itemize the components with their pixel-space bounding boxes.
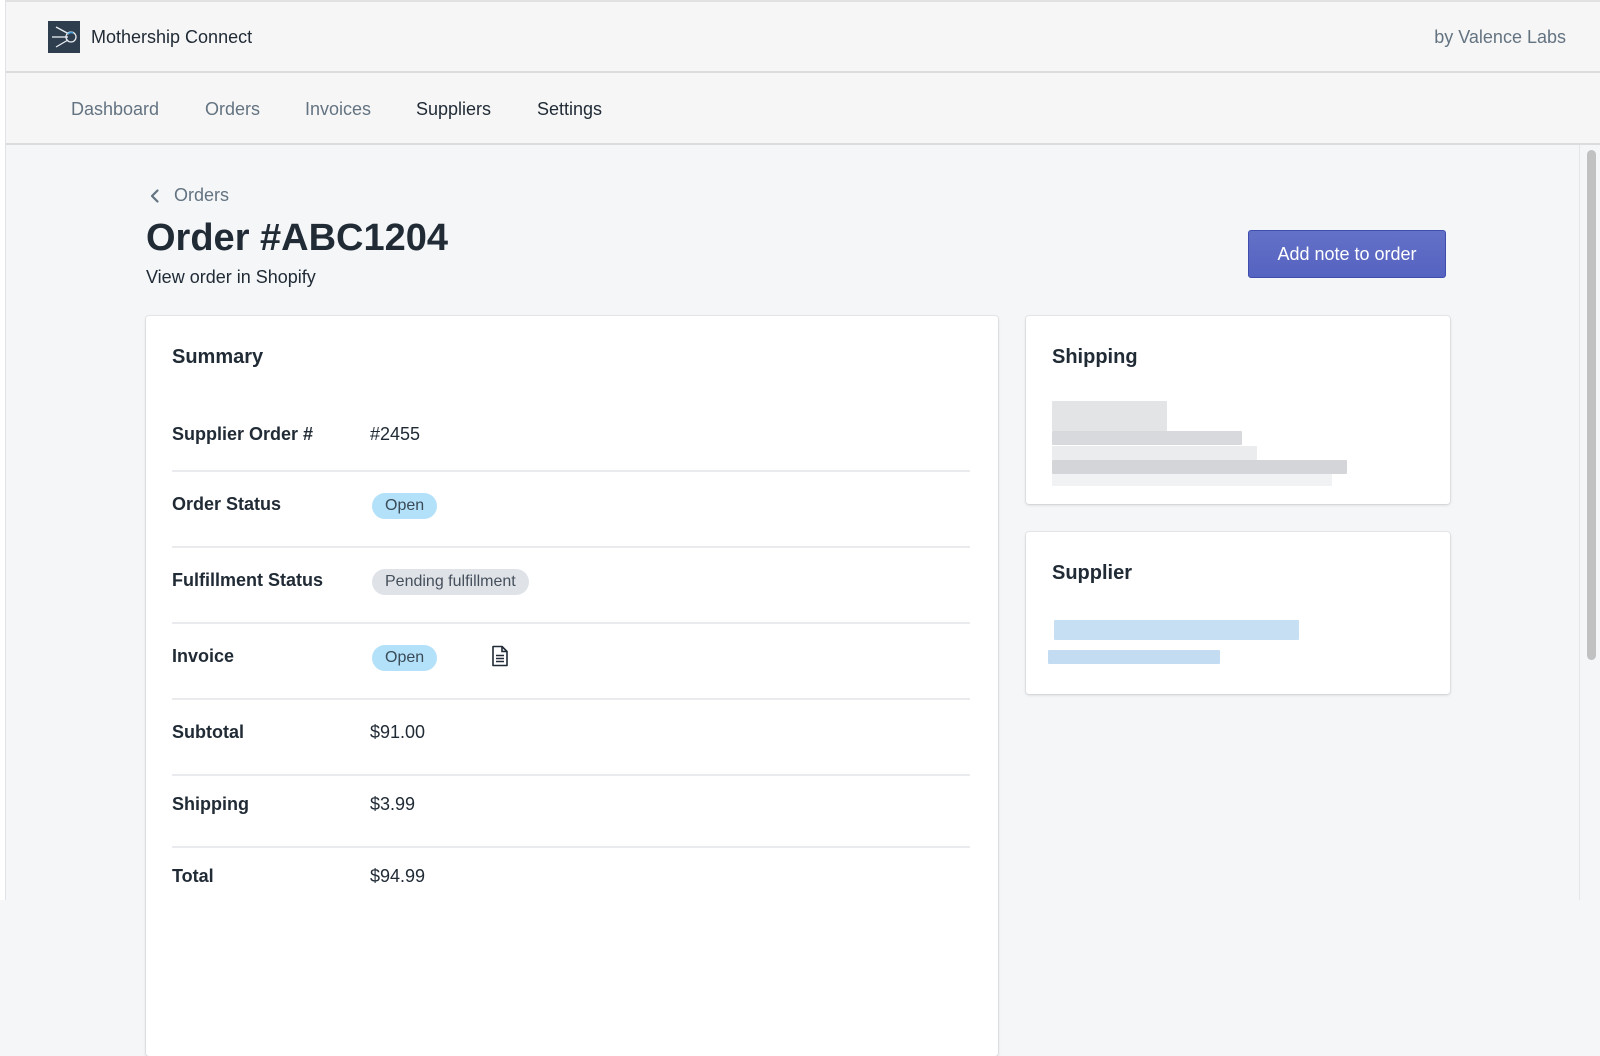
fulfillment-status-badge: Pending fulfillment (372, 569, 529, 595)
satellite-logo-icon (48, 21, 80, 53)
order-status-badge: Open (372, 493, 438, 519)
row-value: $3.99 (370, 794, 416, 814)
breadcrumb-back-orders[interactable]: Orders (146, 185, 229, 206)
scrollbar-thumb[interactable] (1587, 150, 1596, 660)
main-nav: Dashboard Orders Invoices Suppliers Sett… (6, 73, 1600, 145)
summary-row-shipping: Shipping $3.99 (172, 776, 970, 848)
row-label: Supplier Order # (172, 424, 314, 444)
row-label: Fulfillment Status (172, 570, 324, 590)
row-value: $91.00 (370, 722, 426, 742)
main-content: Orders Order #ABC1204 View order in Shop… (6, 145, 1580, 1056)
summary-row-invoice: Invoice Open (172, 624, 970, 700)
row-label: Subtotal (172, 722, 244, 742)
row-value: $94.99 (370, 866, 426, 886)
row-value: #2455 (370, 424, 421, 444)
nav-invoices[interactable]: Invoices (305, 99, 371, 120)
summary-row-total: Total $94.99 (172, 848, 970, 924)
row-label: Invoice (172, 646, 235, 666)
summary-row-fulfillment-status: Fulfillment Status Pending fulfillment (172, 548, 970, 624)
row-label: Order Status (172, 494, 282, 514)
app-title: Mothership Connect (91, 27, 253, 47)
nav-suppliers[interactable]: Suppliers (416, 99, 491, 120)
summary-row-order-status: Order Status Open (172, 472, 970, 548)
top-bar: Mothership Connect by Valence Labs (6, 0, 1600, 73)
supplier-card: Supplier (1026, 532, 1450, 694)
shipping-card: Shipping (1026, 316, 1450, 504)
page-title: Order #ABC1204 (146, 217, 449, 259)
supplier-heading: Supplier (1052, 562, 1133, 584)
shipping-heading: Shipping (1052, 346, 1138, 368)
row-label: Shipping (172, 794, 249, 814)
summary-card: Summary Supplier Order # #2455 Order Sta… (146, 316, 998, 1056)
vendor-byline: by Valence Labs (1434, 27, 1566, 47)
invoice-status-badge: Open (372, 645, 438, 671)
chevron-left-icon (150, 188, 159, 203)
view-in-shopify-link[interactable]: View order in Shopify (146, 267, 316, 288)
summary-row-supplier-order: Supplier Order # #2455 (172, 396, 970, 472)
breadcrumb-label: Orders (174, 185, 230, 205)
nav-settings[interactable]: Settings (537, 99, 602, 120)
document-icon[interactable] (490, 645, 510, 667)
nav-dashboard[interactable]: Dashboard (71, 99, 159, 120)
row-label: Total (172, 866, 214, 886)
summary-heading: Summary (172, 346, 264, 368)
add-note-button[interactable]: Add note to order (1248, 230, 1446, 278)
nav-orders[interactable]: Orders (205, 99, 260, 120)
summary-row-subtotal: Subtotal $91.00 (172, 700, 970, 776)
